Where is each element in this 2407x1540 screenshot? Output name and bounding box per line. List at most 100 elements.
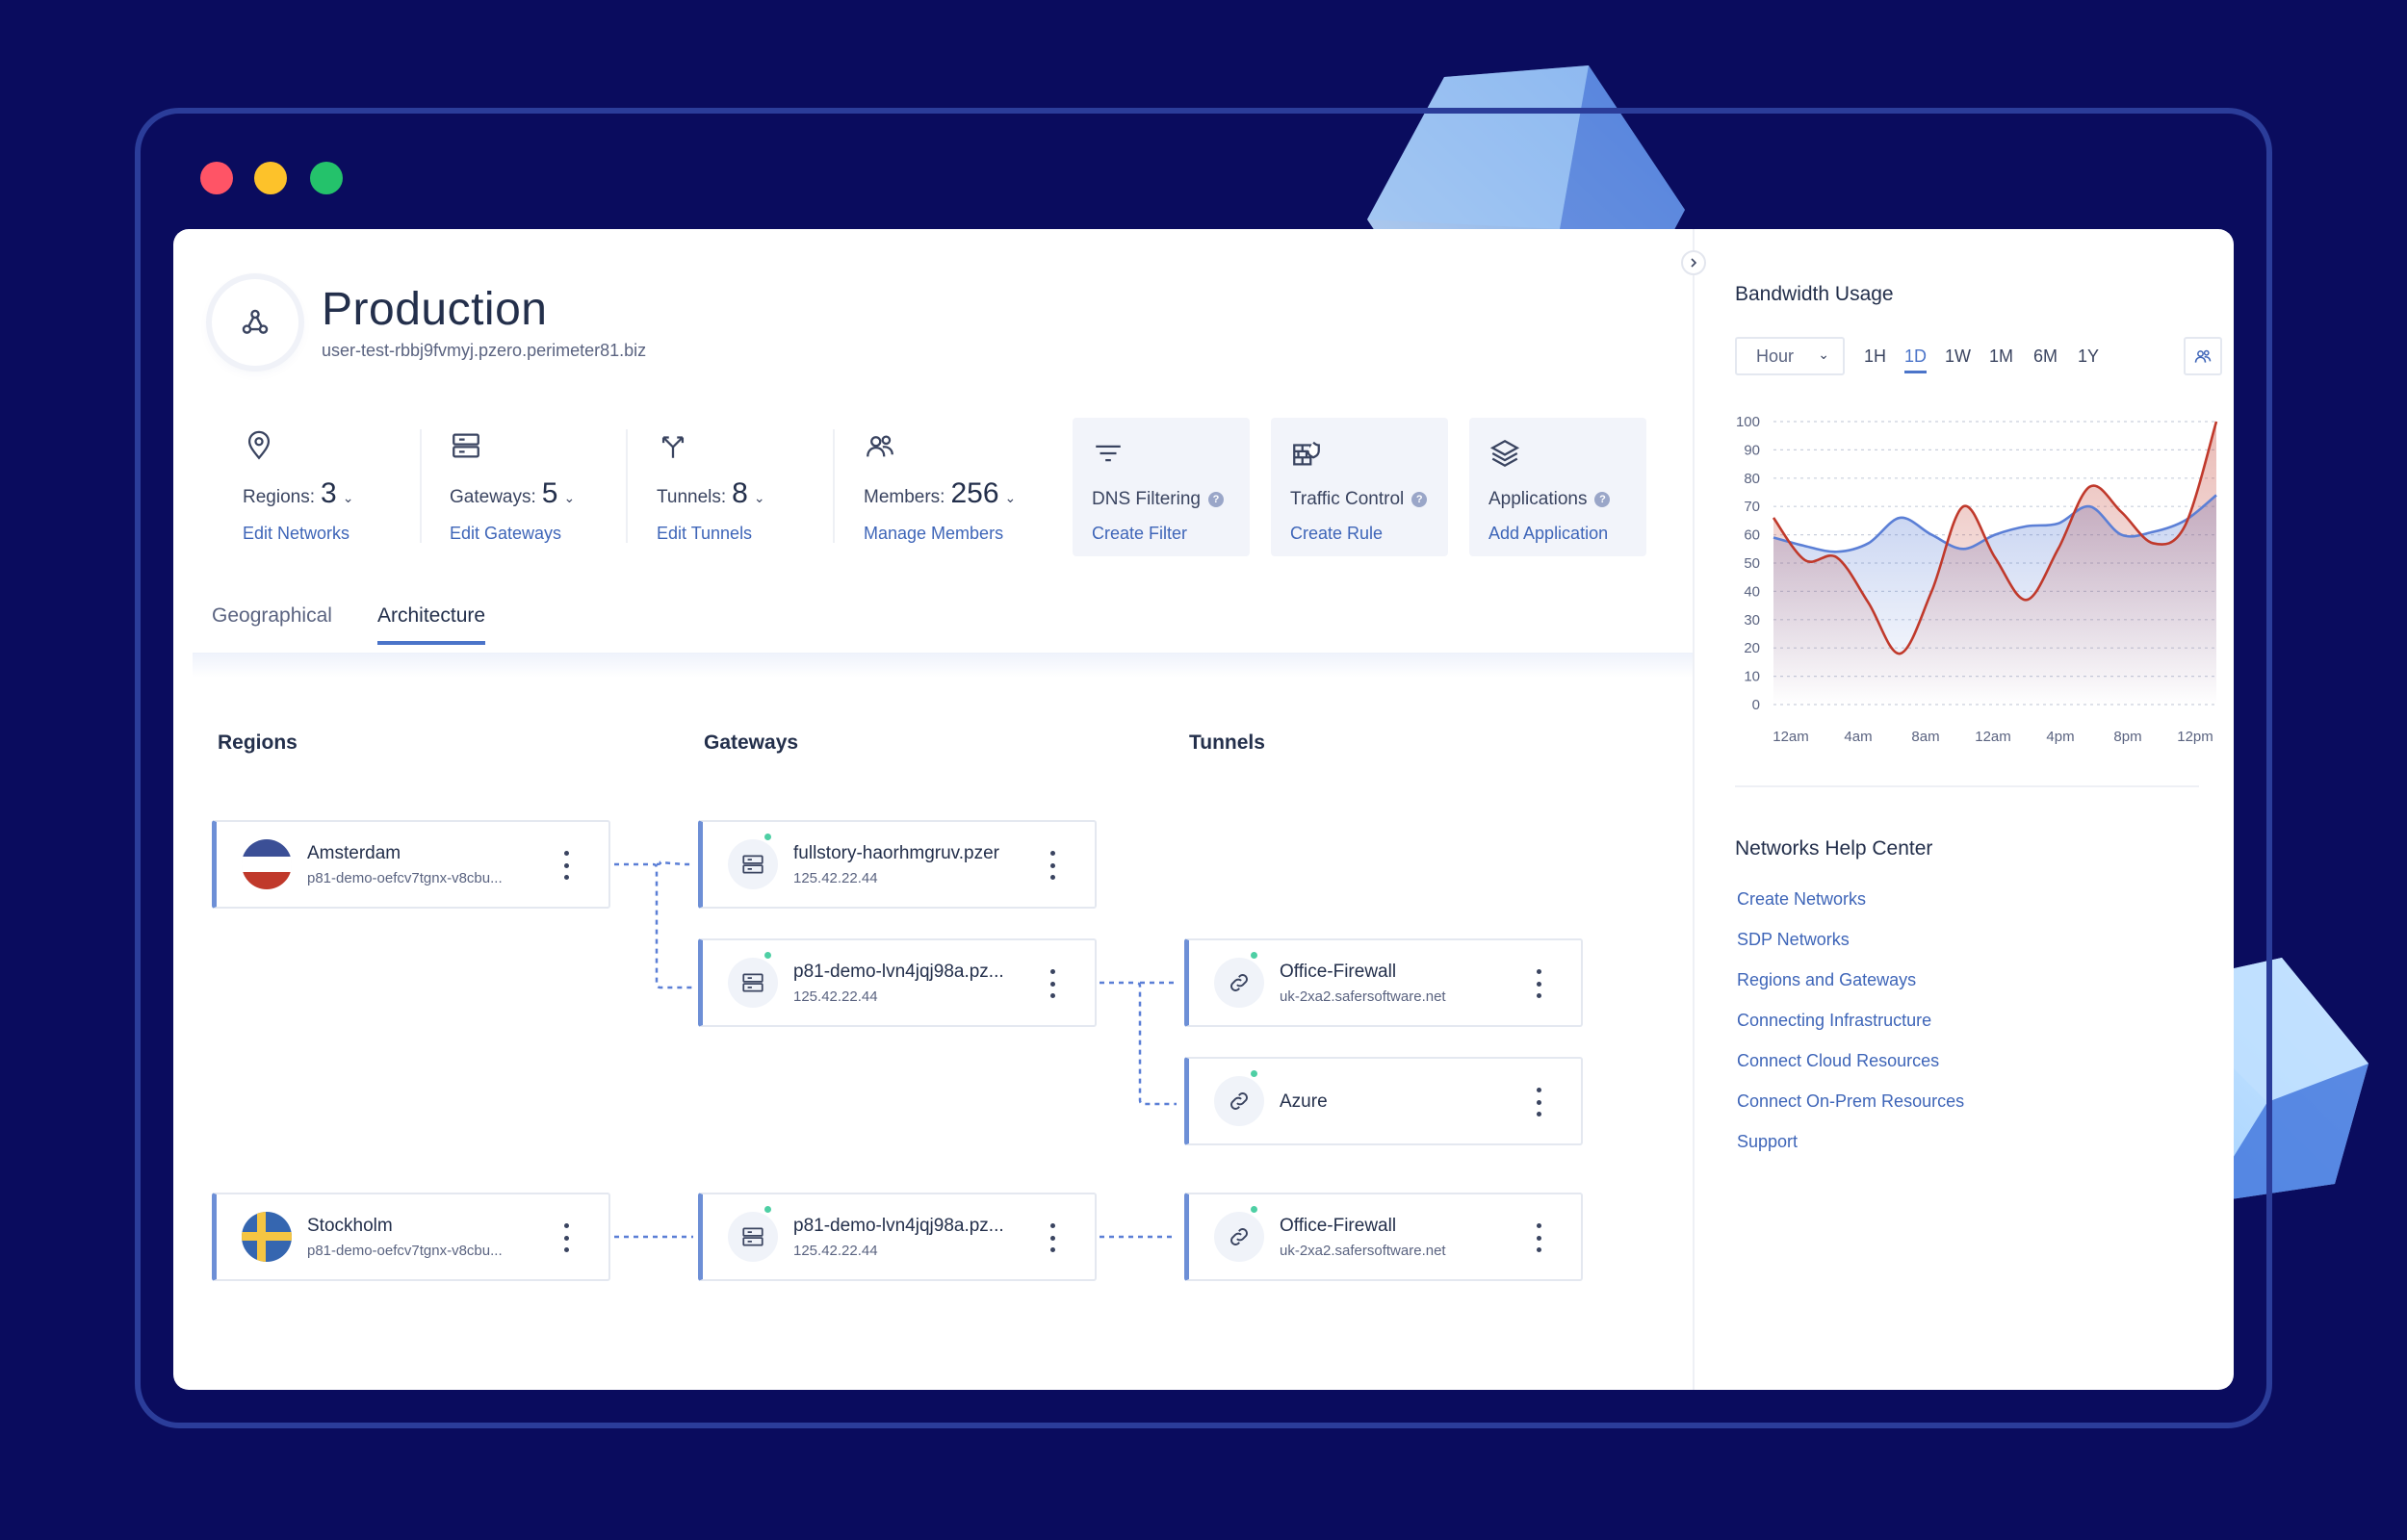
more-options-icon[interactable] [1048,969,1056,998]
stat-value: 8 [732,477,748,509]
x-tick-label: 12am [1773,729,1809,745]
tunnels-heading: Tunnels [1189,732,1265,754]
region-node[interactable]: Amsterdam p81-demo-oefcv7tgnx-v8cbu... [212,820,610,909]
granularity-value: Hour [1756,346,1795,366]
region-id: p81-demo-oefcv7tgnx-v8cbu... [307,870,503,886]
range-1w[interactable]: 1W [1945,346,1971,367]
dns-filtering-card: DNS Filtering? Create Filter [1073,418,1250,556]
more-options-icon[interactable] [562,851,570,880]
tunnels-dropdown[interactable]: Tunnels: 8 ⌄ [657,477,765,510]
range-1m[interactable]: 1M [1989,346,2013,367]
collapse-sidebar-button[interactable] [1681,250,1706,275]
server-icon [728,1212,778,1262]
edit-gateways-link[interactable]: Edit Gateways [450,524,561,544]
help-link-regions-gateways[interactable]: Regions and Gateways [1737,970,1916,990]
tunnel-node[interactable]: Azure [1184,1057,1583,1145]
chevron-down-icon: ⌄ [1818,346,1829,362]
layers-icon [1489,439,1520,468]
gateway-node[interactable]: fullstory-haorhmgruv.pzer 125.42.22.44 [698,820,1097,909]
link-icon [1214,1212,1264,1262]
y-tick-label: 40 [1744,583,1760,600]
page-title: Production [322,284,548,335]
status-online-indicator [763,1204,773,1215]
help-link-create-networks[interactable]: Create Networks [1737,889,1866,910]
help-link-connecting-infrastructure[interactable]: Connecting Infrastructure [1737,1011,1931,1031]
bandwidth-title: Bandwidth Usage [1735,283,1894,305]
y-tick-label: 20 [1744,640,1760,656]
more-options-icon[interactable] [1535,1223,1542,1252]
range-1y[interactable]: 1Y [2078,346,2099,367]
create-filter-link[interactable]: Create Filter [1092,524,1187,544]
x-tick-label: 12am [1975,729,2011,745]
sidebar: Bandwidth Usage Hour ⌄ 1H 1D 1W 1M 6M 1Y… [1693,229,2234,1390]
tunnel-node[interactable]: Office-Firewall uk-2xa2.safersoftware.ne… [1184,938,1583,1027]
status-online-indicator [1249,950,1259,961]
tab-divider [193,653,1693,678]
server-icon [453,433,479,458]
more-options-icon[interactable] [1535,969,1542,998]
edit-tunnels-link[interactable]: Edit Tunnels [657,524,752,544]
status-online-indicator [763,832,773,842]
window-minimize-button[interactable] [254,162,287,194]
gateway-ip: 125.42.22.44 [793,870,878,886]
gateways-dropdown[interactable]: Gateways: 5 ⌄ [450,477,575,510]
main-panel: Production user-test-rbbj9fvmyj.pzero.pe… [173,229,1693,1390]
y-tick-label: 90 [1744,442,1760,458]
more-options-icon[interactable] [1535,1088,1542,1116]
tab-architecture[interactable]: Architecture [377,604,486,645]
help-icon[interactable]: ? [1207,492,1224,507]
create-rule-link[interactable]: Create Rule [1290,524,1383,544]
manage-members-link[interactable]: Manage Members [864,524,1003,544]
more-options-icon[interactable] [562,1223,570,1252]
help-link-connect-cloud[interactable]: Connect Cloud Resources [1737,1051,1939,1071]
region-name: Amsterdam [307,843,401,863]
stat-label: Gateways: [450,487,536,507]
granularity-select[interactable]: Hour ⌄ [1735,337,1845,375]
users-icon [867,435,893,457]
stat-label: Members: [864,487,945,507]
window-close-button[interactable] [200,162,233,194]
tab-geographical[interactable]: Geographical [212,604,332,641]
gateway-node[interactable]: p81-demo-lvn4jqj98a.pz... 125.42.22.44 [698,938,1097,1027]
members-dropdown[interactable]: Members: 256 ⌄ [864,477,1016,510]
window-maximize-button[interactable] [310,162,343,194]
help-icon[interactable]: ? [1411,492,1428,507]
filter-icon [1096,445,1121,462]
more-options-icon[interactable] [1048,1223,1056,1252]
page-subtitle: user-test-rbbj9fvmyj.pzero.perimeter81.b… [322,341,647,360]
applications-card: Applications? Add Application [1469,418,1646,556]
edit-networks-link[interactable]: Edit Networks [243,524,349,544]
stat-value: 5 [541,477,558,509]
card-title: DNS Filtering [1092,489,1201,509]
status-online-indicator [1249,1068,1259,1079]
region-name: Stockholm [307,1216,393,1236]
series-area [1773,422,2216,705]
range-1h[interactable]: 1H [1864,346,1886,367]
add-application-link[interactable]: Add Application [1488,524,1608,544]
y-tick-label: 30 [1744,612,1760,629]
users-filter-button[interactable] [2184,337,2222,375]
divider [626,429,628,543]
region-node[interactable]: Stockholm p81-demo-oefcv7tgnx-v8cbu... [212,1193,610,1281]
stat-label: Tunnels: [657,487,727,507]
x-tick-label: 8pm [2113,729,2141,745]
stat-label: Regions: [243,487,315,507]
range-6m[interactable]: 6M [2033,346,2058,367]
help-link-connect-onprem[interactable]: Connect On-Prem Resources [1737,1091,1964,1112]
y-tick-label: 60 [1744,527,1760,544]
help-link-sdp-networks[interactable]: SDP Networks [1737,930,1850,950]
help-link-support[interactable]: Support [1737,1132,1798,1152]
stat-value: 3 [321,477,337,509]
location-pin-icon [247,430,271,460]
gateway-node[interactable]: p81-demo-lvn4jqj98a.pz... 125.42.22.44 [698,1193,1097,1281]
range-1d[interactable]: 1D [1904,346,1928,373]
help-icon[interactable]: ? [1594,492,1611,507]
y-tick-label: 100 [1736,414,1760,430]
card-title: Traffic Control [1290,489,1405,509]
regions-dropdown[interactable]: Regions: 3 ⌄ [243,477,353,510]
tunnel-node[interactable]: Office-Firewall uk-2xa2.safersoftware.ne… [1184,1193,1583,1281]
y-tick-label: 70 [1744,499,1760,515]
gateways-heading: Gateways [704,732,799,754]
more-options-icon[interactable] [1048,851,1056,880]
tunnel-name: Office-Firewall [1280,962,1397,982]
